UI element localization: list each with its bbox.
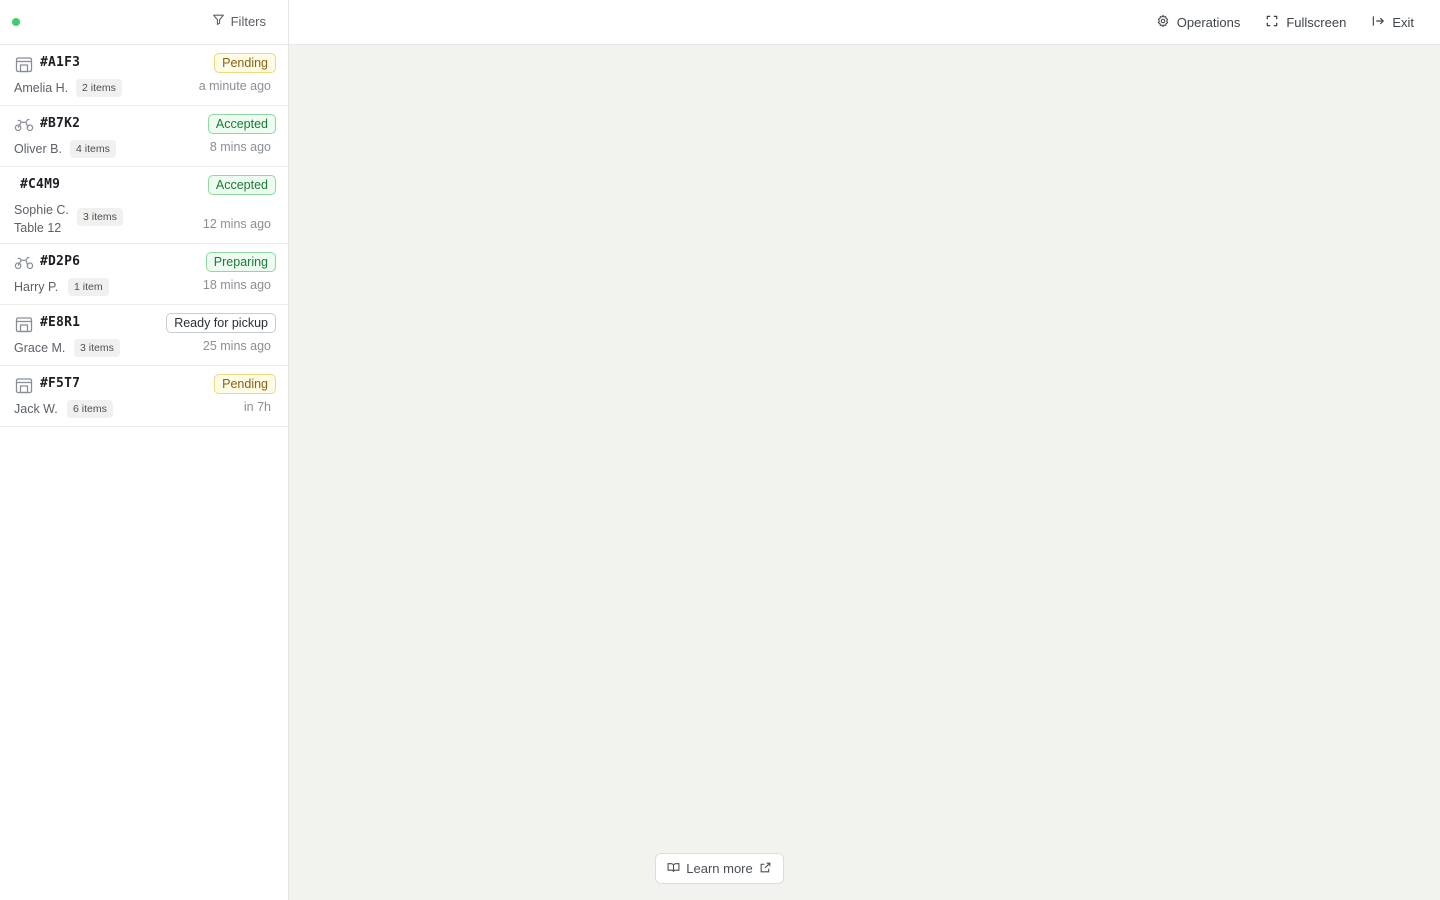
sidebar-header: Filters [0, 0, 288, 45]
book-icon [667, 861, 680, 877]
customer-name: Grace M. [14, 341, 66, 355]
order-time: a minute ago [198, 79, 271, 93]
store-icon [14, 314, 34, 334]
item-count-badge: 1 item [68, 278, 109, 296]
learn-more-button[interactable]: Learn more [655, 853, 784, 884]
order-card[interactable]: #E8R1 Ready for pickup Grace M. 3 items … [0, 305, 288, 366]
status-badge: Pending [214, 53, 276, 73]
order-time: 18 mins ago [202, 278, 271, 292]
customer-name: Amelia H. [14, 81, 69, 95]
fullscreen-label: Fullscreen [1286, 14, 1347, 30]
learn-more-label: Learn more [686, 861, 753, 876]
status-badge: Accepted [207, 175, 276, 195]
top-toolbar: Operations Fullscreen Exit [289, 0, 1440, 45]
expand-icon [1265, 14, 1279, 31]
exit-icon [1371, 14, 1385, 31]
exit-label: Exit [1392, 14, 1414, 30]
order-code: #E8R1 [40, 315, 81, 330]
order-card[interactable]: #D2P6 Preparing Harry P. 1 item 18 mins … [0, 244, 288, 305]
store-icon [14, 54, 34, 74]
order-card[interactable]: #B7K2 Accepted Oliver B. 4 items 8 mins … [0, 106, 288, 167]
operations-button[interactable]: Operations [1156, 13, 1241, 31]
order-code: #A1F3 [40, 55, 81, 70]
delivery-icon [14, 115, 34, 135]
order-code: #B7K2 [40, 116, 81, 131]
order-code: #C4M9 [20, 177, 61, 192]
order-time: 25 mins ago [202, 339, 271, 353]
filters-label: Filters [230, 13, 266, 29]
order-code: #F5T7 [40, 376, 81, 391]
gear-icon [1156, 13, 1170, 31]
filter-icon [212, 13, 225, 29]
status-badge: Pending [214, 374, 276, 394]
item-count-badge: 3 items [77, 208, 123, 226]
fullscreen-button[interactable]: Fullscreen [1265, 14, 1346, 31]
operations-label: Operations [1176, 14, 1241, 30]
customer-name: Oliver B. [14, 142, 62, 156]
orders-sidebar: Filters #A1F3 Pending Amelia H. 2 items … [0, 0, 289, 900]
order-card[interactable]: #F5T7 Pending Jack W. 6 items in 7h [0, 366, 288, 427]
order-card[interactable]: #C4M9 Accepted Sophie C. Table 12 3 item… [0, 167, 288, 244]
item-count-badge: 3 items [74, 339, 120, 357]
status-badge: Ready for pickup [166, 313, 276, 333]
order-time: in 7h [243, 400, 271, 414]
store-icon [14, 375, 34, 395]
item-count-badge: 2 items [76, 79, 122, 97]
toolbar-actions: Operations Fullscreen Exit [1156, 0, 1414, 44]
status-badge: Accepted [207, 114, 276, 134]
item-count-badge: 6 items [67, 400, 113, 418]
item-count-badge: 4 items [70, 140, 116, 158]
delivery-icon [14, 253, 34, 273]
external-link-icon [759, 861, 772, 877]
customer-details: Sophie C. Table 12 [14, 201, 69, 237]
order-code: #D2P6 [40, 254, 81, 269]
customer-name: Harry P. [14, 280, 59, 294]
live-status-dot [12, 18, 20, 26]
filters-button[interactable]: Filters [212, 13, 266, 29]
customer-name: Jack W. [14, 402, 58, 416]
order-time: 8 mins ago [209, 140, 271, 154]
exit-button[interactable]: Exit [1371, 14, 1414, 31]
status-badge: Preparing [205, 252, 276, 272]
order-card[interactable]: #A1F3 Pending Amelia H. 2 items a minute… [0, 45, 288, 106]
customer-name: Sophie C. [14, 203, 69, 217]
table-label: Table 12 [14, 221, 62, 235]
order-time: 12 mins ago [202, 217, 271, 231]
